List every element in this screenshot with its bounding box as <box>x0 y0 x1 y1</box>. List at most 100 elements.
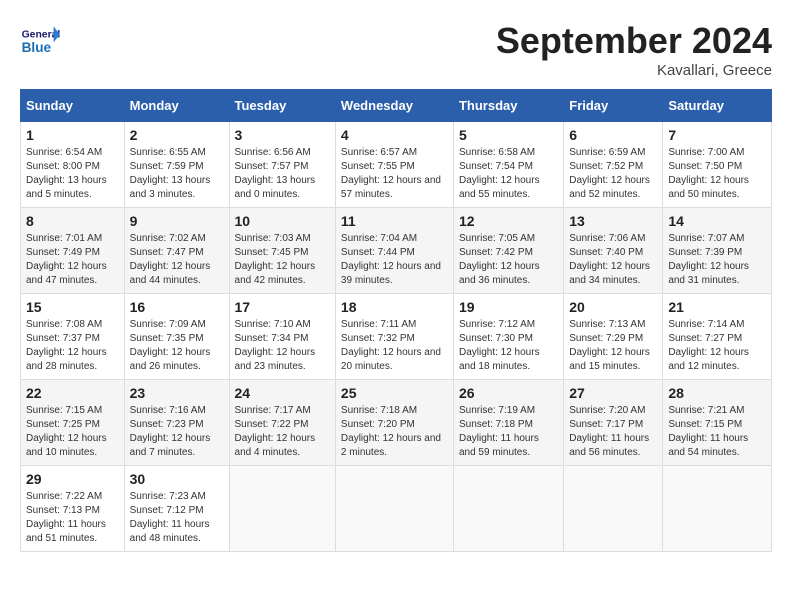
day-info: Sunrise: 7:05 AM Sunset: 7:42 PM Dayligh… <box>459 232 558 288</box>
day-number: 2 <box>130 127 224 143</box>
day-info: Sunrise: 6:57 AM Sunset: 7:55 PM Dayligh… <box>341 146 448 202</box>
col-monday: Monday <box>124 90 229 122</box>
day-cell: 22 Sunrise: 7:15 AM Sunset: 7:25 PM Dayl… <box>21 380 125 466</box>
month-title: September 2024 <box>496 20 772 62</box>
day-info: Sunrise: 7:21 AM Sunset: 7:15 PM Dayligh… <box>668 404 766 460</box>
day-cell: 20 Sunrise: 7:13 AM Sunset: 7:29 PM Dayl… <box>564 294 663 380</box>
day-cell: 13 Sunrise: 7:06 AM Sunset: 7:40 PM Dayl… <box>564 208 663 294</box>
day-number: 5 <box>459 127 558 143</box>
week-row-1: 1 Sunrise: 6:54 AM Sunset: 8:00 PM Dayli… <box>21 122 772 208</box>
day-cell: 29 Sunrise: 7:22 AM Sunset: 7:13 PM Dayl… <box>21 466 125 552</box>
day-number: 3 <box>235 127 330 143</box>
day-cell: 17 Sunrise: 7:10 AM Sunset: 7:34 PM Dayl… <box>229 294 335 380</box>
day-number: 30 <box>130 471 224 487</box>
day-info: Sunrise: 7:23 AM Sunset: 7:12 PM Dayligh… <box>130 490 224 546</box>
day-cell: 28 Sunrise: 7:21 AM Sunset: 7:15 PM Dayl… <box>663 380 772 466</box>
col-saturday: Saturday <box>663 90 772 122</box>
day-info: Sunrise: 7:10 AM Sunset: 7:34 PM Dayligh… <box>235 318 330 374</box>
calendar-table: Sunday Monday Tuesday Wednesday Thursday… <box>20 89 772 552</box>
col-thursday: Thursday <box>453 90 563 122</box>
week-row-2: 8 Sunrise: 7:01 AM Sunset: 7:49 PM Dayli… <box>21 208 772 294</box>
day-cell <box>453 466 563 552</box>
location: Kavallari, Greece <box>496 62 772 79</box>
day-cell: 24 Sunrise: 7:17 AM Sunset: 7:22 PM Dayl… <box>229 380 335 466</box>
day-cell: 25 Sunrise: 7:18 AM Sunset: 7:20 PM Dayl… <box>335 380 453 466</box>
day-number: 8 <box>26 213 119 229</box>
day-info: Sunrise: 6:59 AM Sunset: 7:52 PM Dayligh… <box>569 146 657 202</box>
day-cell: 2 Sunrise: 6:55 AM Sunset: 7:59 PM Dayli… <box>124 122 229 208</box>
day-number: 4 <box>341 127 448 143</box>
day-number: 16 <box>130 299 224 315</box>
day-number: 1 <box>26 127 119 143</box>
day-info: Sunrise: 7:12 AM Sunset: 7:30 PM Dayligh… <box>459 318 558 374</box>
day-info: Sunrise: 6:55 AM Sunset: 7:59 PM Dayligh… <box>130 146 224 202</box>
calendar-body: 1 Sunrise: 6:54 AM Sunset: 8:00 PM Dayli… <box>21 122 772 552</box>
day-number: 21 <box>668 299 766 315</box>
day-info: Sunrise: 7:14 AM Sunset: 7:27 PM Dayligh… <box>668 318 766 374</box>
day-cell: 27 Sunrise: 7:20 AM Sunset: 7:17 PM Dayl… <box>564 380 663 466</box>
day-cell: 11 Sunrise: 7:04 AM Sunset: 7:44 PM Dayl… <box>335 208 453 294</box>
col-friday: Friday <box>564 90 663 122</box>
day-info: Sunrise: 7:02 AM Sunset: 7:47 PM Dayligh… <box>130 232 224 288</box>
day-cell: 7 Sunrise: 7:00 AM Sunset: 7:50 PM Dayli… <box>663 122 772 208</box>
day-cell: 9 Sunrise: 7:02 AM Sunset: 7:47 PM Dayli… <box>124 208 229 294</box>
day-cell: 18 Sunrise: 7:11 AM Sunset: 7:32 PM Dayl… <box>335 294 453 380</box>
week-row-3: 15 Sunrise: 7:08 AM Sunset: 7:37 PM Dayl… <box>21 294 772 380</box>
day-number: 25 <box>341 385 448 401</box>
day-cell <box>335 466 453 552</box>
day-number: 27 <box>569 385 657 401</box>
day-cell: 3 Sunrise: 6:56 AM Sunset: 7:57 PM Dayli… <box>229 122 335 208</box>
day-info: Sunrise: 7:11 AM Sunset: 7:32 PM Dayligh… <box>341 318 448 374</box>
day-info: Sunrise: 7:00 AM Sunset: 7:50 PM Dayligh… <box>668 146 766 202</box>
day-cell <box>229 466 335 552</box>
day-info: Sunrise: 7:19 AM Sunset: 7:18 PM Dayligh… <box>459 404 558 460</box>
day-cell: 12 Sunrise: 7:05 AM Sunset: 7:42 PM Dayl… <box>453 208 563 294</box>
day-number: 26 <box>459 385 558 401</box>
day-number: 13 <box>569 213 657 229</box>
day-info: Sunrise: 7:22 AM Sunset: 7:13 PM Dayligh… <box>26 490 119 546</box>
logo-icon: General Blue <box>20 20 60 60</box>
day-number: 18 <box>341 299 448 315</box>
day-number: 29 <box>26 471 119 487</box>
day-info: Sunrise: 7:20 AM Sunset: 7:17 PM Dayligh… <box>569 404 657 460</box>
day-number: 11 <box>341 213 448 229</box>
title-area: September 2024 Kavallari, Greece <box>496 20 772 79</box>
day-number: 14 <box>668 213 766 229</box>
day-cell: 8 Sunrise: 7:01 AM Sunset: 7:49 PM Dayli… <box>21 208 125 294</box>
day-cell <box>663 466 772 552</box>
day-info: Sunrise: 7:04 AM Sunset: 7:44 PM Dayligh… <box>341 232 448 288</box>
day-number: 6 <box>569 127 657 143</box>
calendar-header: Sunday Monday Tuesday Wednesday Thursday… <box>21 90 772 122</box>
day-cell: 5 Sunrise: 6:58 AM Sunset: 7:54 PM Dayli… <box>453 122 563 208</box>
day-number: 17 <box>235 299 330 315</box>
day-cell: 10 Sunrise: 7:03 AM Sunset: 7:45 PM Dayl… <box>229 208 335 294</box>
day-cell: 23 Sunrise: 7:16 AM Sunset: 7:23 PM Dayl… <box>124 380 229 466</box>
day-cell: 16 Sunrise: 7:09 AM Sunset: 7:35 PM Dayl… <box>124 294 229 380</box>
day-info: Sunrise: 7:13 AM Sunset: 7:29 PM Dayligh… <box>569 318 657 374</box>
day-info: Sunrise: 7:18 AM Sunset: 7:20 PM Dayligh… <box>341 404 448 460</box>
svg-text:Blue: Blue <box>22 40 52 55</box>
day-cell: 4 Sunrise: 6:57 AM Sunset: 7:55 PM Dayli… <box>335 122 453 208</box>
col-wednesday: Wednesday <box>335 90 453 122</box>
day-number: 9 <box>130 213 224 229</box>
day-info: Sunrise: 7:07 AM Sunset: 7:39 PM Dayligh… <box>668 232 766 288</box>
day-number: 24 <box>235 385 330 401</box>
day-info: Sunrise: 6:58 AM Sunset: 7:54 PM Dayligh… <box>459 146 558 202</box>
day-number: 12 <box>459 213 558 229</box>
day-number: 20 <box>569 299 657 315</box>
week-row-4: 22 Sunrise: 7:15 AM Sunset: 7:25 PM Dayl… <box>21 380 772 466</box>
day-cell <box>564 466 663 552</box>
day-cell: 15 Sunrise: 7:08 AM Sunset: 7:37 PM Dayl… <box>21 294 125 380</box>
day-cell: 21 Sunrise: 7:14 AM Sunset: 7:27 PM Dayl… <box>663 294 772 380</box>
day-info: Sunrise: 7:03 AM Sunset: 7:45 PM Dayligh… <box>235 232 330 288</box>
day-cell: 19 Sunrise: 7:12 AM Sunset: 7:30 PM Dayl… <box>453 294 563 380</box>
col-tuesday: Tuesday <box>229 90 335 122</box>
day-number: 10 <box>235 213 330 229</box>
day-cell: 1 Sunrise: 6:54 AM Sunset: 8:00 PM Dayli… <box>21 122 125 208</box>
logo: General Blue <box>20 20 65 60</box>
week-row-5: 29 Sunrise: 7:22 AM Sunset: 7:13 PM Dayl… <box>21 466 772 552</box>
day-info: Sunrise: 7:17 AM Sunset: 7:22 PM Dayligh… <box>235 404 330 460</box>
day-number: 28 <box>668 385 766 401</box>
day-cell: 6 Sunrise: 6:59 AM Sunset: 7:52 PM Dayli… <box>564 122 663 208</box>
day-info: Sunrise: 7:06 AM Sunset: 7:40 PM Dayligh… <box>569 232 657 288</box>
